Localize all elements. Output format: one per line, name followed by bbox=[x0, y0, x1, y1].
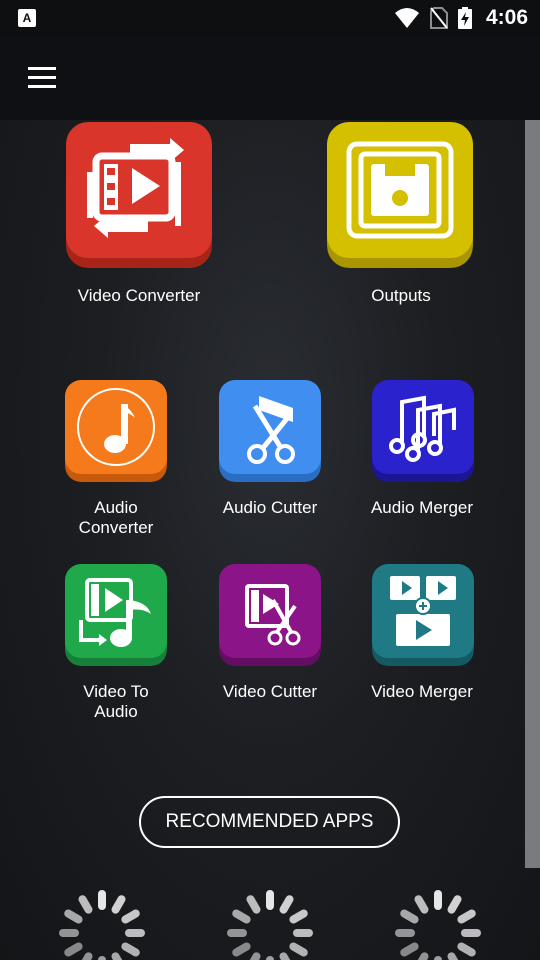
video-cutter-label: Video Cutter bbox=[222, 682, 318, 701]
video-to-audio-label: Video To Audio bbox=[83, 682, 149, 721]
battery-charging-icon bbox=[457, 7, 472, 29]
floppy-disk-icon bbox=[327, 122, 473, 268]
scrollbar[interactable] bbox=[525, 120, 540, 868]
status-bar: A 4:06 bbox=[0, 0, 540, 36]
audio-converter-label: Audio Converter bbox=[78, 498, 154, 537]
audio-merger-tile[interactable]: Audio Merger bbox=[362, 380, 482, 540]
loading-spinner-icon bbox=[227, 890, 313, 960]
loading-spinner-icon bbox=[395, 890, 481, 960]
recommended-apps-button[interactable]: RECOMMENDED APPS bbox=[139, 796, 400, 848]
loading-spinner-icon bbox=[59, 890, 145, 960]
video-to-audio-tile[interactable]: Video To Audio bbox=[56, 564, 176, 724]
app-bar bbox=[0, 36, 540, 120]
video-converter-tile[interactable]: Video Converter bbox=[54, 122, 224, 312]
audio-cutter-tile[interactable]: Audio Cutter bbox=[210, 380, 330, 540]
video-merger-tile[interactable]: Video Merger bbox=[362, 564, 482, 724]
video-cutter-tile[interactable]: Video Cutter bbox=[210, 564, 330, 724]
video-merger-label: Video Merger bbox=[371, 682, 473, 701]
audio-converter-tile[interactable]: Audio Converter bbox=[56, 380, 176, 540]
status-app-badge: A bbox=[18, 9, 36, 27]
audio-cutter-label: Audio Cutter bbox=[222, 498, 318, 517]
music-notes-icon bbox=[372, 380, 474, 482]
video-convert-icon bbox=[66, 122, 212, 268]
menu-button[interactable] bbox=[18, 58, 66, 98]
outputs-label: Outputs bbox=[371, 286, 431, 305]
outputs-tile[interactable]: Outputs bbox=[316, 122, 486, 312]
status-icons: 4:06 bbox=[394, 0, 528, 36]
music-note-icon bbox=[65, 380, 167, 482]
video-to-music-icon bbox=[65, 564, 167, 666]
wifi-icon bbox=[394, 8, 419, 28]
scissors-music-icon bbox=[219, 380, 321, 482]
audio-merger-label: Audio Merger bbox=[370, 498, 474, 517]
hamburger-menu-icon bbox=[28, 67, 56, 88]
video-merge-icon bbox=[372, 564, 474, 666]
no-sim-icon bbox=[429, 7, 448, 29]
status-time: 4:06 bbox=[485, 6, 528, 29]
video-converter-label: Video Converter bbox=[77, 286, 201, 305]
film-scissors-icon bbox=[219, 564, 321, 666]
